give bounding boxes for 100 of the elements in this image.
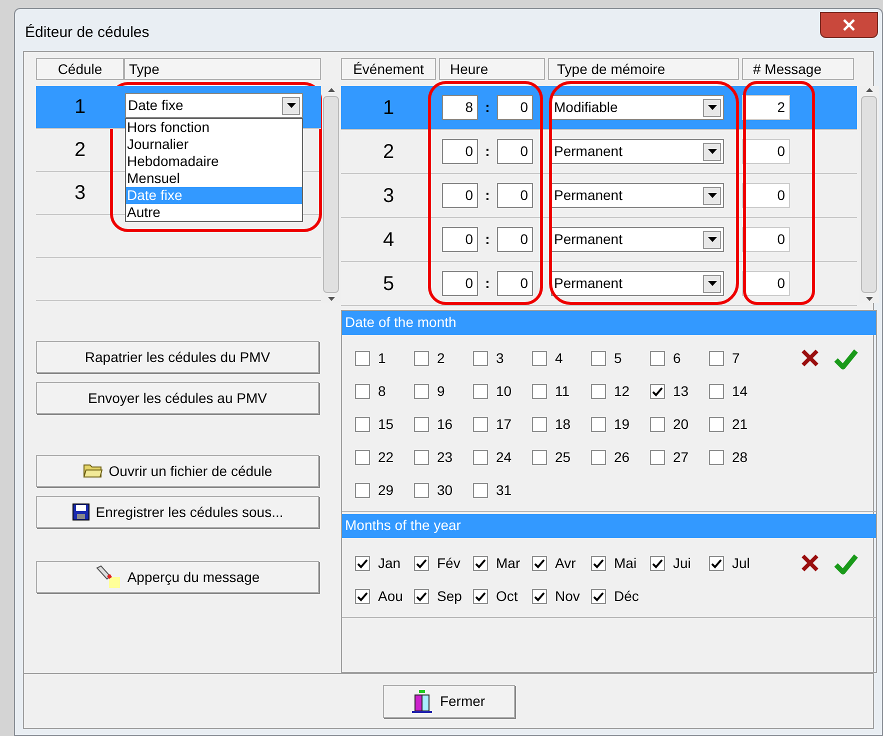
dropdown-option[interactable]: Journalier [126,136,302,153]
checkbox[interactable] [650,556,665,571]
minute-field[interactable]: 0 [497,271,533,296]
checkbox[interactable] [532,556,547,571]
checkbox[interactable] [650,384,665,399]
checkbox[interactable] [414,483,429,498]
checkbox[interactable] [591,556,606,571]
minute-field[interactable]: 0 [497,183,533,208]
checkbox-label: Sep [437,587,462,606]
checkbox[interactable] [532,384,547,399]
checkbox[interactable] [355,351,370,366]
memory-type-dropdown[interactable]: Modifiable [551,95,724,120]
column-header[interactable]: # Message [742,58,854,80]
message-number-field[interactable]: 0 [742,227,790,252]
scroll-down-icon[interactable] [866,297,872,301]
checkbox[interactable] [473,384,488,399]
checkbox[interactable] [414,556,429,571]
scroll-up-icon[interactable] [866,88,872,92]
checkbox[interactable] [473,351,488,366]
checkbox[interactable] [355,417,370,432]
checkbox[interactable] [414,589,429,604]
checkbox[interactable] [355,589,370,604]
action-button[interactable]: Enregistrer les cédules sous... [36,496,319,528]
checkbox[interactable] [473,450,488,465]
checkbox[interactable] [591,351,606,366]
action-button[interactable]: Rapatrier les cédules du PMV [36,341,319,373]
dropdown-option[interactable]: Hebdomadaire [126,153,302,170]
checkbox[interactable] [591,450,606,465]
hour-field[interactable]: 0 [442,227,478,252]
column-header[interactable]: Heure [439,58,545,80]
close-dialog-button[interactable]: Fermer [382,684,514,718]
scroll-up-icon[interactable] [328,88,334,92]
checkbox[interactable] [591,417,606,432]
checkbox-label: 3 [496,349,504,368]
hour-field[interactable]: 0 [442,183,478,208]
checkbox[interactable] [709,384,724,399]
column-header[interactable]: Type [124,58,321,80]
scroll-down-icon[interactable] [328,297,334,301]
checkbox[interactable] [532,450,547,465]
column-header[interactable]: Type de mémoire [548,58,739,80]
checkbox[interactable] [355,483,370,498]
action-button[interactable]: Ouvrir un fichier de cédule [36,455,319,487]
memory-type-dropdown[interactable]: Permanent [551,227,724,252]
cross-icon[interactable] [800,553,820,573]
checkbox[interactable] [532,417,547,432]
checkbox[interactable] [414,450,429,465]
message-number-field[interactable]: 0 [742,139,790,164]
checkbox[interactable] [532,351,547,366]
checkbox[interactable] [473,589,488,604]
checkbox[interactable] [650,351,665,366]
hour-field[interactable]: 8 [442,95,478,120]
action-button[interactable]: Apperçu du message [36,561,319,593]
checkbox-label: 16 [437,415,453,434]
dropdown-option[interactable]: Hors fonction [126,119,302,136]
checkbox[interactable] [650,417,665,432]
checkmark-icon[interactable] [834,348,858,370]
table-cell-text: 3 [73,181,87,206]
checkbox-label: 2 [437,349,445,368]
column-header[interactable]: Événement [341,58,436,80]
checkbox[interactable] [591,589,606,604]
message-number-field[interactable]: 2 [742,95,790,120]
hour-field[interactable]: 0 [442,271,478,296]
checkbox[interactable] [355,556,370,571]
checkbox[interactable] [355,450,370,465]
checkbox[interactable] [414,417,429,432]
dropdown-option[interactable]: Autre [126,204,302,221]
memory-type-dropdown[interactable]: Permanent [551,183,724,208]
checkbox[interactable] [650,450,665,465]
checkbox[interactable] [591,384,606,399]
table-row[interactable]: 1 8 : 0 Modifiable 2 [341,86,857,130]
close-button[interactable] [820,12,878,38]
minute-field[interactable]: 0 [497,227,533,252]
checkbox[interactable] [414,351,429,366]
checkbox[interactable] [709,450,724,465]
checkbox[interactable] [473,417,488,432]
checkbox-label: 8 [378,382,386,401]
checkmark-icon[interactable] [834,553,858,575]
folder-icon [82,463,103,479]
minute-field[interactable]: 0 [497,139,533,164]
checkbox[interactable] [709,351,724,366]
cross-icon[interactable] [800,348,820,368]
checkbox[interactable] [709,556,724,571]
checkbox-label: Oct [496,587,518,606]
checkbox[interactable] [473,483,488,498]
hour-field[interactable]: 0 [442,139,478,164]
type-dropdown[interactable]: Date fixe [125,93,303,118]
action-button[interactable]: Envoyer les cédules au PMV [36,382,319,414]
message-number-field[interactable]: 0 [742,183,790,208]
memory-type-dropdown[interactable]: Permanent [551,271,724,296]
column-header[interactable]: Cédule [36,58,124,80]
checkbox[interactable] [473,556,488,571]
minute-field[interactable]: 0 [497,95,533,120]
dropdown-option[interactable]: Mensuel [126,170,302,187]
checkbox-label: Mai [614,554,637,573]
message-number-field[interactable]: 0 [742,271,790,296]
checkbox[interactable] [532,589,547,604]
checkbox[interactable] [414,384,429,399]
memory-type-dropdown[interactable]: Permanent [551,139,724,164]
checkbox[interactable] [709,417,724,432]
checkbox[interactable] [355,384,370,399]
